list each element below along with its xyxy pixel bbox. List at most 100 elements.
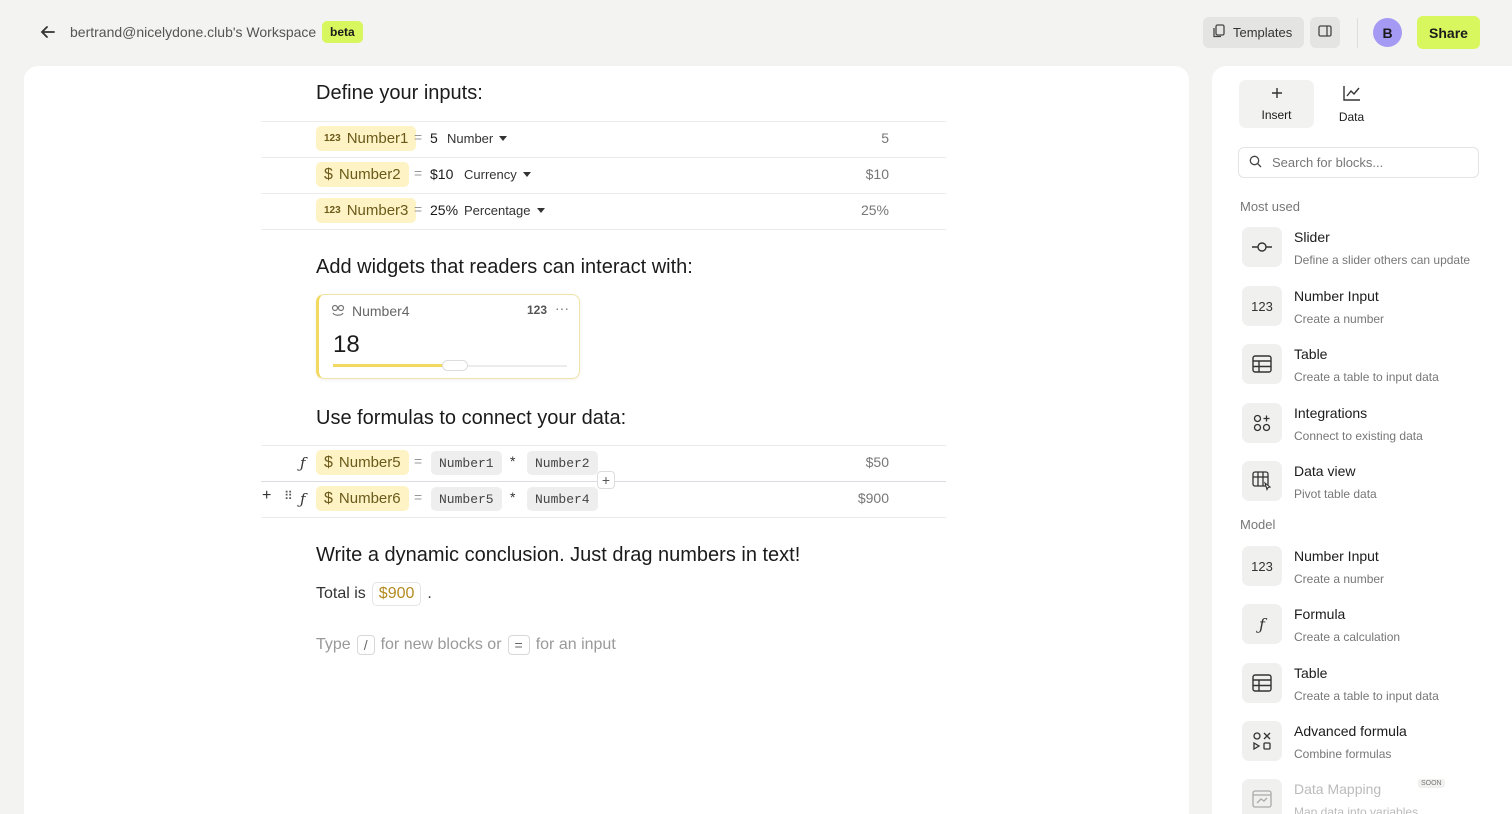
add-block-icon[interactable]: +	[262, 487, 271, 505]
integrations-icon	[1242, 403, 1282, 443]
formula-icon: ƒ	[300, 454, 306, 472]
avatar[interactable]: B	[1373, 18, 1402, 47]
block-desc: Create a number	[1294, 572, 1385, 586]
widget-link-icon	[331, 304, 345, 323]
input-value[interactable]: 25%	[430, 202, 458, 218]
block-desc: Connect to existing data	[1294, 429, 1423, 443]
top-bar: bertrand@nicelydone.club's Workspace bet…	[0, 0, 1512, 66]
tab-label: Data	[1338, 109, 1365, 124]
soon-badge: SOON	[1418, 779, 1445, 788]
total-suffix: .	[427, 585, 432, 602]
search-icon	[1249, 155, 1262, 171]
formula-reference[interactable]: Number5	[431, 487, 502, 511]
data-mapping-icon	[1242, 779, 1282, 814]
block-number-input[interactable]: 123 Number Input Create a number	[1240, 286, 1500, 330]
equals-sign: =	[414, 453, 423, 469]
block-desc: Create a table to input data	[1294, 370, 1439, 384]
conclusion-paragraph[interactable]: Total is $900 .	[316, 582, 432, 606]
drag-handle-icon[interactable]: ⠿	[284, 489, 293, 503]
input-name: Number2	[338, 166, 401, 183]
formula-name-pill[interactable]: $ Number6	[316, 486, 409, 511]
toggle-panel-button[interactable]	[1310, 17, 1340, 48]
equals-sign: =	[414, 489, 423, 505]
block-slider[interactable]: Slider Define a slider others can update	[1240, 227, 1500, 271]
number-type-icon: 123	[324, 133, 341, 144]
block-title: Slider	[1294, 229, 1330, 245]
slider-icon	[1242, 227, 1282, 267]
block-integrations[interactable]: Integrations Connect to existing data	[1240, 403, 1500, 447]
type-dropdown[interactable]: Number	[447, 131, 508, 146]
slider-thumb[interactable]	[441, 360, 468, 371]
empty-block-hint[interactable]: Type / for new blocks or = for an input	[316, 635, 616, 655]
templates-button[interactable]: Templates	[1203, 17, 1304, 48]
document-canvas[interactable]: Define your inputs: 123 Number1 = 5 Numb…	[24, 66, 1189, 814]
advanced-formula-icon	[1242, 721, 1282, 761]
formula-reference[interactable]: Number4	[527, 487, 598, 511]
block-title: Advanced formula	[1294, 723, 1407, 739]
section-most-used: Most used	[1240, 199, 1300, 214]
formula-name: Number5	[338, 454, 401, 471]
block-formula[interactable]: ƒ Formula Create a calculation	[1240, 604, 1500, 648]
more-options-icon[interactable]: ···	[555, 300, 569, 316]
formula-icon: ƒ	[1242, 604, 1282, 644]
input-name-pill[interactable]: 123 Number3	[316, 198, 417, 223]
block-title: Formula	[1294, 606, 1346, 622]
back-arrow-icon[interactable]	[38, 22, 58, 42]
slash-key: /	[356, 635, 375, 655]
input-value[interactable]: 5	[430, 130, 438, 146]
row-divider	[261, 193, 946, 194]
type-label: Number	[447, 131, 494, 146]
input-value[interactable]: $10	[430, 166, 453, 182]
widget-name: Number4	[352, 303, 410, 319]
search-placeholder: Search for blocks...	[1272, 155, 1384, 170]
block-desc: Combine formulas	[1294, 747, 1392, 761]
block-desc: Create a calculation	[1294, 630, 1401, 644]
hint-end: for an input	[535, 636, 616, 653]
add-column-button[interactable]: +	[597, 471, 615, 489]
chart-icon	[1342, 85, 1361, 104]
input-result: 5	[881, 130, 889, 146]
slider-widget[interactable]: Number4 123 ··· 18	[316, 294, 580, 379]
block-data-view[interactable]: Data view Pivot table data	[1240, 461, 1500, 505]
operator: *	[510, 453, 516, 469]
number-icon: 123	[1242, 286, 1282, 326]
tab-label: Insert	[1261, 107, 1292, 122]
row-divider	[261, 517, 946, 518]
heading-conclusion[interactable]: Write a dynamic conclusion. Just drag nu…	[316, 544, 800, 567]
block-table[interactable]: Table Create a table to input data	[1240, 344, 1500, 388]
input-name-pill[interactable]: 123 Number1	[316, 126, 417, 151]
formula-result: $50	[865, 454, 889, 470]
formula-reference[interactable]: Number2	[527, 451, 598, 475]
caret-down-icon	[522, 172, 531, 177]
currency-type-icon: $	[324, 165, 333, 183]
block-desc: Create a table to input data	[1294, 689, 1439, 703]
search-input[interactable]: Search for blocks...	[1238, 147, 1479, 178]
currency-type-icon: $	[324, 489, 333, 507]
heading-widgets[interactable]: Add widgets that readers can interact wi…	[316, 256, 693, 279]
block-advanced-formula[interactable]: Advanced formula Combine formulas	[1240, 721, 1500, 765]
formula-name-pill[interactable]: $ Number5	[316, 450, 409, 475]
input-result: $10	[865, 166, 889, 182]
block-title: Table	[1294, 346, 1328, 362]
input-name: Number3	[346, 202, 409, 219]
type-dropdown[interactable]: Percentage	[464, 203, 545, 218]
block-title: Data Mapping	[1294, 781, 1382, 797]
formula-reference[interactable]: Number1	[431, 451, 502, 475]
section-model: Model	[1240, 517, 1276, 532]
type-dropdown[interactable]: Currency	[464, 167, 531, 182]
tab-insert[interactable]: Insert	[1239, 80, 1314, 128]
heading-formulas[interactable]: Use formulas to connect your data:	[316, 407, 626, 430]
block-desc: Pivot table data	[1294, 487, 1377, 501]
total-value-chip[interactable]: $900	[371, 582, 422, 606]
block-title: Number Input	[1294, 288, 1379, 304]
block-number-input[interactable]: 123 Number Input Create a number	[1240, 546, 1500, 590]
input-name-pill[interactable]: $ Number2	[316, 162, 409, 187]
templates-label: Templates	[1233, 25, 1293, 40]
tab-data[interactable]: Data	[1314, 80, 1389, 128]
block-desc: Define a slider others can update	[1294, 253, 1471, 267]
share-button[interactable]: Share	[1417, 16, 1480, 49]
workspace-title: bertrand@nicelydone.club's Workspace	[70, 24, 317, 40]
block-table[interactable]: Table Create a table to input data	[1240, 663, 1500, 707]
row-divider	[261, 121, 946, 122]
heading-inputs[interactable]: Define your inputs:	[316, 82, 483, 105]
